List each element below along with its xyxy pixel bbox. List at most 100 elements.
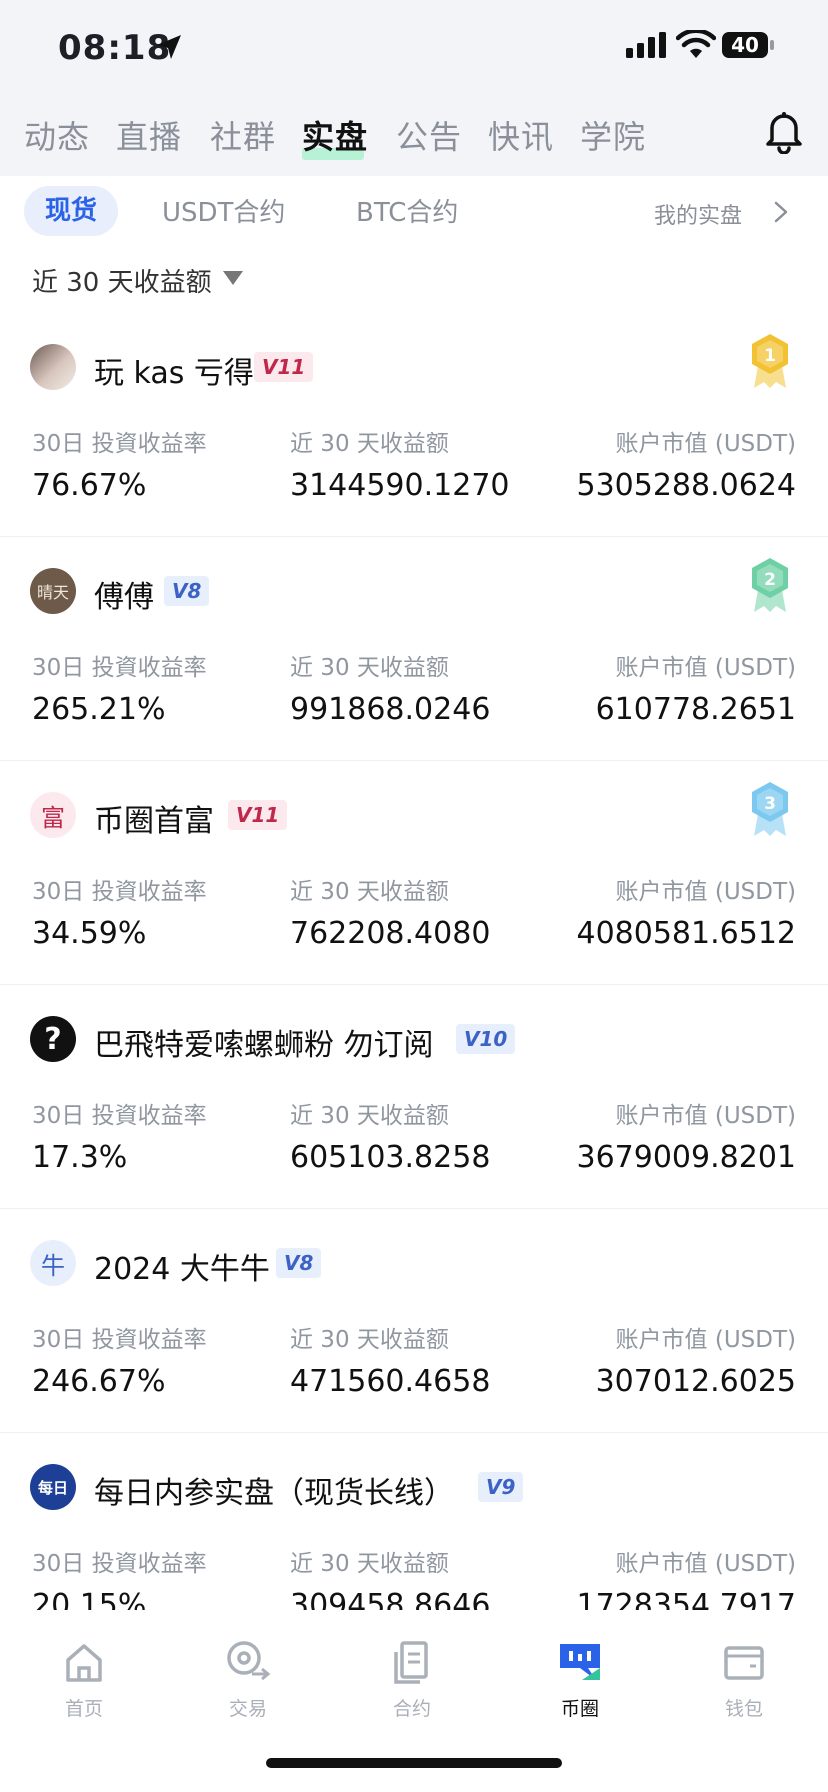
- my-trades-link[interactable]: 我的实盘: [654, 198, 742, 230]
- roi-label: 30日 投資收益率: [32, 1103, 207, 1129]
- caret-down-icon[interactable]: [222, 270, 244, 286]
- rank-medal-icon: 2: [752, 558, 788, 612]
- market-value-label: 账户市值 (USDT): [615, 655, 796, 681]
- market-value-value: 5305288.0624: [576, 468, 797, 503]
- market-value-label: 账户市值 (USDT): [615, 1327, 796, 1353]
- vip-level-badge: V10: [456, 1024, 516, 1054]
- avatar[interactable]: 富: [30, 792, 76, 838]
- nav-wallet-label: 钱包: [724, 1698, 763, 1720]
- location-arrow-icon: [157, 35, 181, 59]
- trader-card[interactable]: 牛 2024 大牛牛 V8 30日 投資收益率 近 30 天收益额 账户市值 (…: [0, 1208, 828, 1433]
- roi-value: 34.59%: [32, 916, 147, 951]
- trader-name[interactable]: 币圈首富: [94, 796, 214, 840]
- tab-gonggao[interactable]: 公告: [396, 112, 462, 158]
- rank-number: 1: [764, 346, 776, 366]
- nav-home-label: 首页: [64, 1698, 103, 1720]
- rank-medal-icon: 3: [752, 782, 788, 836]
- vip-level-badge: V8: [164, 576, 210, 606]
- trader-card[interactable]: ? 巴飛特爱嗦螺蛳粉 勿订阅 V10 30日 投資收益率 近 30 天收益额 账…: [0, 984, 828, 1209]
- roi-value: 17.3%: [32, 1140, 128, 1175]
- avatar[interactable]: 牛: [30, 1240, 76, 1286]
- profit-value: 3144590.1270: [290, 468, 510, 503]
- roi-label: 30日 投資收益率: [32, 655, 207, 681]
- trade-icon: [227, 1641, 271, 1681]
- wifi-icon: [676, 30, 716, 58]
- wallet-icon: [724, 1646, 764, 1680]
- avatar[interactable]: 每日: [30, 1464, 76, 1510]
- avatar[interactable]: [30, 344, 76, 390]
- avatar-text: ?: [44, 1021, 62, 1057]
- trader-card[interactable]: 晴天 傅傅 V8 2 30日 投資收益率 近 30 天收益额 账户市值 (USD…: [0, 536, 828, 761]
- nav-trade-label: 交易: [228, 1698, 267, 1720]
- roi-label: 30日 投資收益率: [32, 431, 207, 457]
- vip-level-badge: V11: [228, 800, 288, 830]
- home-icon: [66, 1644, 102, 1682]
- nav-trade[interactable]: 交易: [188, 1638, 308, 1721]
- chevron-right-icon[interactable]: [772, 200, 790, 224]
- contract-icon: [394, 1641, 428, 1684]
- roi-value: 265.21%: [32, 692, 166, 727]
- avatar[interactable]: 晴天: [30, 568, 76, 614]
- vip-level-badge: V9: [478, 1472, 524, 1502]
- battery-icon: 40: [722, 32, 774, 58]
- tab-dongtai[interactable]: 动态: [24, 112, 90, 158]
- profit-label: 近 30 天收益额: [290, 1551, 449, 1577]
- subtab-btc-contract[interactable]: BTC合约: [356, 192, 458, 229]
- rank-number: 2: [764, 570, 776, 590]
- trader-name[interactable]: 2024 大牛牛: [94, 1244, 270, 1288]
- biquan-icon: [560, 1644, 600, 1680]
- profit-value: 762208.4080: [290, 916, 491, 951]
- tab-xueyuan[interactable]: 学院: [580, 112, 646, 158]
- avatar-text: 富: [41, 803, 65, 832]
- profit-label: 近 30 天收益额: [290, 1327, 449, 1353]
- tab-zhibo[interactable]: 直播: [116, 112, 182, 158]
- roi-value: 76.67%: [32, 468, 147, 503]
- nav-contract[interactable]: 合约: [352, 1638, 472, 1721]
- nav-biquan-label: 币圈: [560, 1698, 599, 1720]
- nav-home[interactable]: 首页: [24, 1638, 144, 1721]
- market-value-label: 账户市值 (USDT): [615, 879, 796, 905]
- nav-wallet[interactable]: 钱包: [684, 1638, 804, 1721]
- trader-name[interactable]: 傅傅: [94, 572, 154, 616]
- market-value-label: 账户市值 (USDT): [615, 1551, 796, 1577]
- subtab-spot[interactable]: 现货: [24, 186, 118, 236]
- market-value-value: 3679009.8201: [576, 1140, 797, 1175]
- profit-label: 近 30 天收益额: [290, 655, 449, 681]
- profit-value: 991868.0246: [290, 692, 491, 727]
- avatar-text: 牛: [41, 1251, 65, 1280]
- market-value-value: 610778.2651: [595, 692, 796, 727]
- roi-label: 30日 投資收益率: [32, 1551, 207, 1577]
- bell-icon[interactable]: [764, 110, 804, 154]
- profit-label: 近 30 天收益额: [290, 879, 449, 905]
- profit-value: 605103.8258: [290, 1140, 491, 1175]
- avatar-text: 每日: [37, 1478, 68, 1497]
- vip-level-badge: V11: [254, 352, 314, 382]
- profit-value: 471560.4658: [290, 1364, 491, 1399]
- market-value-value: 4080581.6512: [576, 916, 797, 951]
- rank-medal-icon: 1: [752, 334, 788, 388]
- trader-card[interactable]: 玩 kas 亏得 V11 1 30日 投資收益率 近 30 天收益额 账户市值 …: [0, 312, 828, 537]
- trader-card[interactable]: 富 币圈首富 V11 3 30日 投資收益率 近 30 天收益额 账户市值 (U…: [0, 760, 828, 985]
- home-indicator: [266, 1758, 562, 1768]
- market-value-label: 账户市值 (USDT): [615, 1103, 796, 1129]
- nav-biquan[interactable]: 币圈: [520, 1638, 640, 1721]
- trader-name[interactable]: 巴飛特爱嗦螺蛳粉 勿订阅: [94, 1020, 434, 1064]
- rank-number: 3: [764, 794, 776, 814]
- nav-contract-label: 合约: [392, 1698, 431, 1720]
- avatar[interactable]: ?: [30, 1016, 76, 1062]
- roi-label: 30日 投資收益率: [32, 879, 207, 905]
- roi-label: 30日 投資收益率: [32, 1327, 207, 1353]
- battery-level: 40: [731, 33, 759, 57]
- tab-shequn[interactable]: 社群: [210, 112, 276, 158]
- profit-label: 近 30 天收益额: [290, 431, 449, 457]
- trader-name[interactable]: 玩 kas 亏得: [94, 348, 254, 392]
- sort-dropdown[interactable]: 近 30 天收益额: [32, 262, 212, 299]
- market-value-label: 账户市值 (USDT): [615, 431, 796, 457]
- tab-shipan[interactable]: 实盘: [302, 112, 368, 158]
- subtab-usdt-contract[interactable]: USDT合约: [162, 192, 285, 229]
- vip-level-badge: V8: [276, 1248, 322, 1278]
- trader-name[interactable]: 每日内参实盘（现货长线）: [94, 1468, 454, 1512]
- avatar-text: 晴天: [36, 583, 69, 602]
- tab-kuaixun[interactable]: 快讯: [488, 112, 554, 158]
- roi-value: 246.67%: [32, 1364, 166, 1399]
